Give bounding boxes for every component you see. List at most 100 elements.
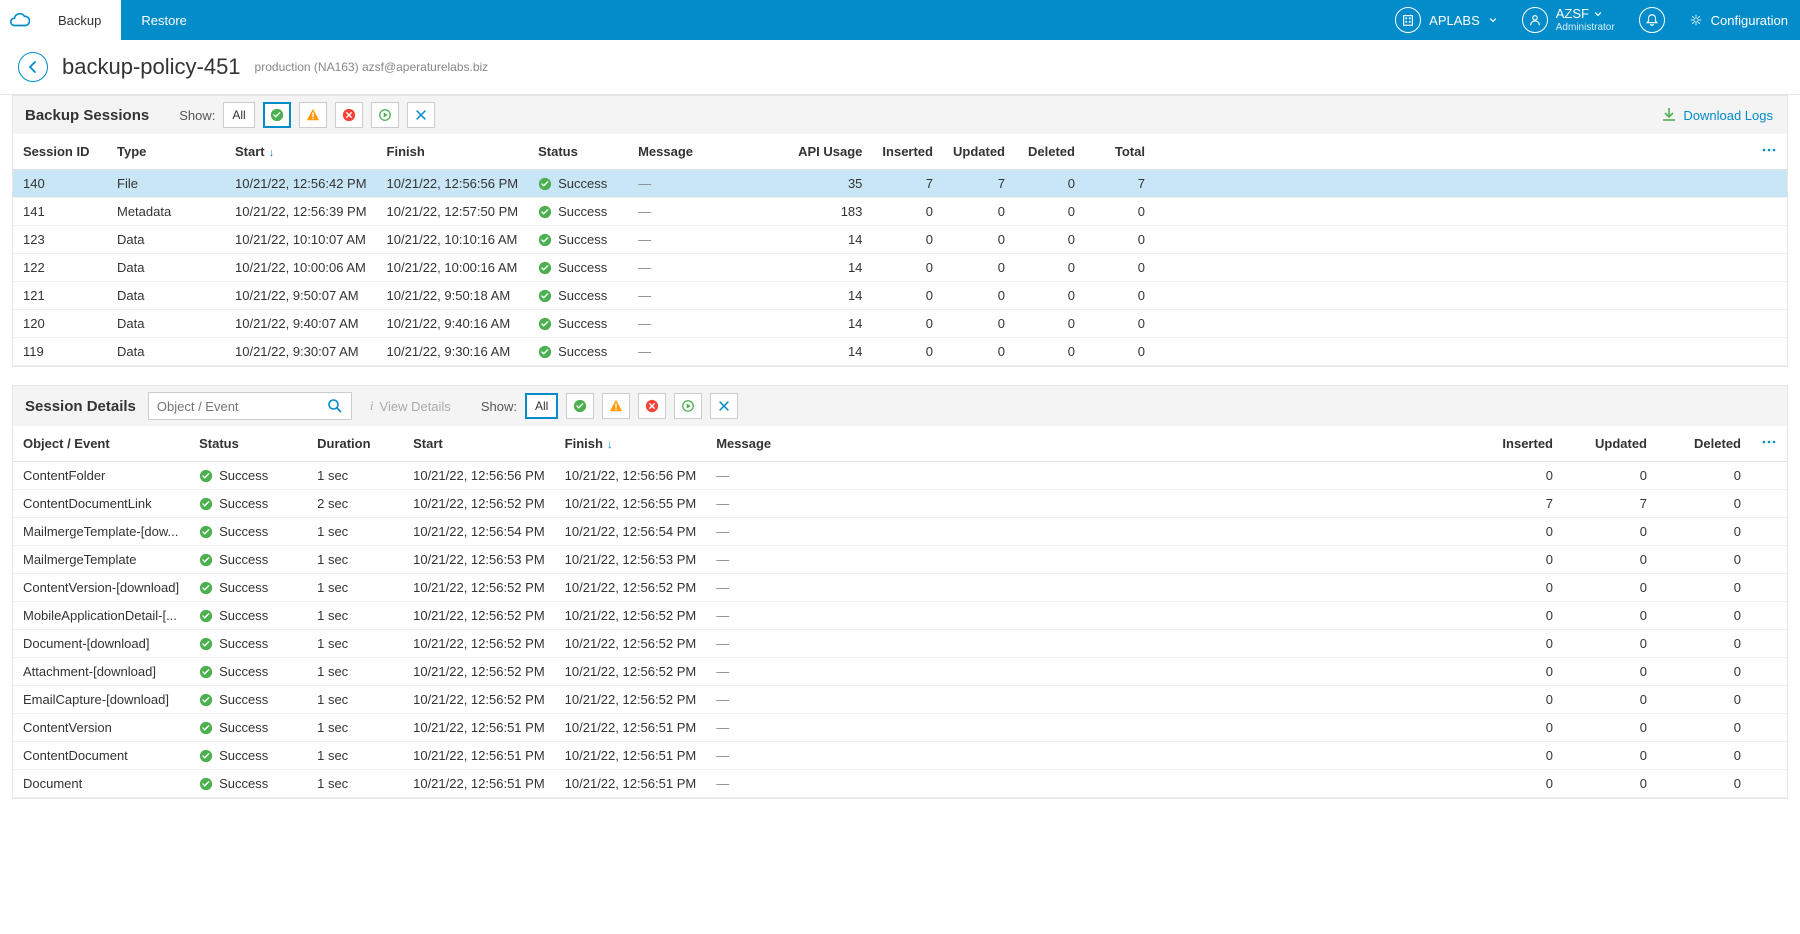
success-icon [538, 345, 552, 359]
info-icon: i [370, 398, 374, 414]
table-row[interactable]: 121Data10/21/22, 9:50:07 AM10/21/22, 9:5… [13, 282, 1787, 310]
col-message[interactable]: Message [628, 134, 788, 170]
table-row[interactable]: 123Data10/21/22, 10:10:07 AM10/21/22, 10… [13, 226, 1787, 254]
view-details-button[interactable]: i View Details [370, 398, 451, 414]
sessions-filter-error[interactable] [335, 102, 363, 128]
warning-icon [609, 399, 623, 413]
col-finish[interactable]: Finish↓ [555, 426, 707, 462]
success-icon [538, 317, 552, 331]
success-icon [538, 177, 552, 191]
table-row[interactable]: ContentVersionSuccess1 sec10/21/22, 12:5… [13, 714, 1787, 742]
details-columns-more[interactable] [1751, 426, 1787, 462]
view-details-label: View Details [380, 399, 451, 414]
notifications-button[interactable] [1627, 0, 1677, 40]
success-icon [199, 497, 213, 511]
col-api-usage[interactable]: API Usage [788, 134, 872, 170]
table-row[interactable]: EmailCapture-[download]Success1 sec10/21… [13, 686, 1787, 714]
back-arrow-icon [25, 59, 41, 75]
col-deleted[interactable]: Deleted [1015, 134, 1085, 170]
search-button[interactable] [319, 398, 351, 414]
user-menu[interactable]: AZSF Administrator [1510, 0, 1627, 40]
col-inserted[interactable]: Inserted [1469, 426, 1563, 462]
details-filter-success[interactable] [566, 393, 594, 419]
table-row[interactable]: ContentDocumentLinkSuccess2 sec10/21/22,… [13, 490, 1787, 518]
download-logs-label: Download Logs [1683, 108, 1773, 123]
configuration-button[interactable]: Configuration [1677, 0, 1800, 40]
bell-icon [1639, 7, 1665, 33]
col-updated[interactable]: Updated [1563, 426, 1657, 462]
running-icon [378, 108, 392, 122]
sessions-filter-running[interactable] [371, 102, 399, 128]
table-row[interactable]: MailmergeTemplateSuccess1 sec10/21/22, 1… [13, 546, 1787, 574]
table-row[interactable]: 122Data10/21/22, 10:00:06 AM10/21/22, 10… [13, 254, 1787, 282]
col-finish[interactable]: Finish [377, 134, 529, 170]
success-icon [199, 693, 213, 707]
col-duration[interactable]: Duration [307, 426, 403, 462]
success-icon [538, 289, 552, 303]
sessions-filter-clear[interactable] [407, 102, 435, 128]
sessions-columns-more[interactable] [1751, 134, 1787, 170]
table-row[interactable]: Document-[download]Success1 sec10/21/22,… [13, 630, 1787, 658]
table-row[interactable]: MobileApplicationDetail-[...Success1 sec… [13, 602, 1787, 630]
sessions-panel-title: Backup Sessions [21, 107, 149, 124]
col-updated[interactable]: Updated [943, 134, 1015, 170]
success-icon [199, 525, 213, 539]
col-start[interactable]: Start [403, 426, 555, 462]
table-row[interactable]: ContentFolderSuccess1 sec10/21/22, 12:56… [13, 462, 1787, 490]
success-icon [538, 205, 552, 219]
table-row[interactable]: DocumentSuccess1 sec10/21/22, 12:56:51 P… [13, 770, 1787, 798]
col-message[interactable]: Message [706, 426, 1469, 462]
sessions-filter-success[interactable] [263, 102, 291, 128]
col-status[interactable]: Status [189, 426, 307, 462]
details-search-input[interactable] [149, 399, 319, 414]
back-button[interactable] [18, 52, 48, 82]
details-filter-warning[interactable] [602, 393, 630, 419]
details-filter-error[interactable] [638, 393, 666, 419]
warning-icon [306, 108, 320, 122]
col-status[interactable]: Status [528, 134, 628, 170]
col-session-id[interactable]: Session ID [13, 134, 107, 170]
col-total[interactable]: Total [1085, 134, 1155, 170]
org-switcher[interactable]: APLABS [1383, 0, 1510, 40]
table-row[interactable]: ContentVersion-[download]Success1 sec10/… [13, 574, 1787, 602]
cloud-logo-icon [8, 9, 30, 31]
success-icon [199, 581, 213, 595]
success-icon [538, 261, 552, 275]
col-object[interactable]: Object / Event [13, 426, 189, 462]
download-logs-button[interactable]: Download Logs [1661, 107, 1779, 123]
col-type[interactable]: Type [107, 134, 225, 170]
chevron-down-icon [1593, 9, 1603, 19]
sessions-filter-all[interactable]: All [223, 102, 254, 128]
details-show-label: Show: [481, 399, 517, 414]
close-icon [717, 399, 731, 413]
table-row[interactable]: 141Metadata10/21/22, 12:56:39 PM10/21/22… [13, 198, 1787, 226]
topbar: Backup Restore APLABS AZSF Administrator… [0, 0, 1800, 40]
col-start[interactable]: Start↓ [225, 134, 377, 170]
col-inserted[interactable]: Inserted [872, 134, 943, 170]
table-row[interactable]: 119Data10/21/22, 9:30:07 AM10/21/22, 9:3… [13, 338, 1787, 366]
gear-icon [1689, 13, 1703, 27]
table-row[interactable]: Attachment-[download]Success1 sec10/21/2… [13, 658, 1787, 686]
error-icon [342, 108, 356, 122]
details-filter-running[interactable] [674, 393, 702, 419]
success-icon [573, 399, 587, 413]
details-panel-title: Session Details [21, 398, 136, 415]
details-filter-all[interactable]: All [525, 393, 558, 419]
details-filter-clear[interactable] [710, 393, 738, 419]
success-icon [199, 749, 213, 763]
tab-backup[interactable]: Backup [38, 0, 121, 40]
error-icon [645, 399, 659, 413]
table-row[interactable]: MailmergeTemplate-[dow...Success1 sec10/… [13, 518, 1787, 546]
chevron-down-icon [1488, 15, 1498, 25]
success-icon [199, 665, 213, 679]
details-search-box [148, 392, 352, 420]
sort-desc-icon: ↓ [607, 439, 613, 451]
details-panel-header: Session Details i View Details Show: All [12, 385, 1788, 426]
sessions-table: Session ID Type Start↓ Finish Status Mes… [13, 134, 1787, 366]
tab-restore[interactable]: Restore [121, 0, 207, 40]
table-row[interactable]: 140File10/21/22, 12:56:42 PM10/21/22, 12… [13, 170, 1787, 198]
col-deleted[interactable]: Deleted [1657, 426, 1751, 462]
table-row[interactable]: ContentDocumentSuccess1 sec10/21/22, 12:… [13, 742, 1787, 770]
table-row[interactable]: 120Data10/21/22, 9:40:07 AM10/21/22, 9:4… [13, 310, 1787, 338]
sessions-filter-warning[interactable] [299, 102, 327, 128]
